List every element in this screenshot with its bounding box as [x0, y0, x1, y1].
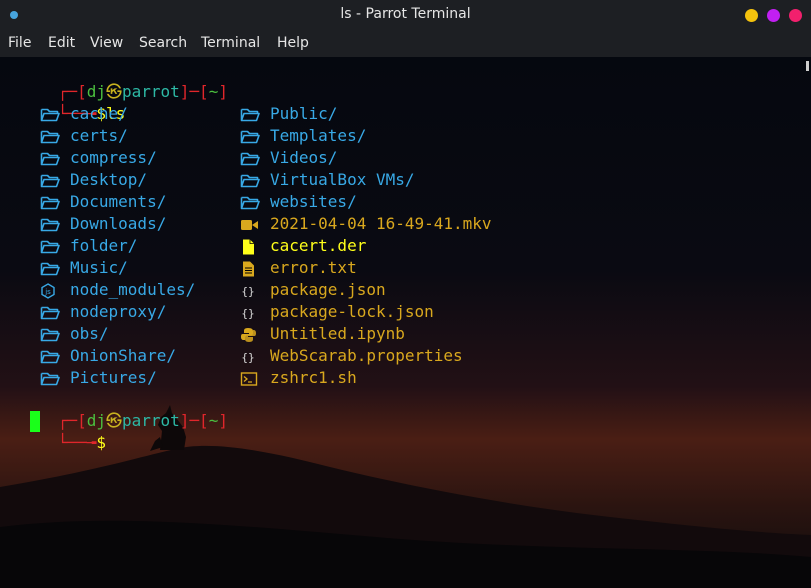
svg-text:{}: {} — [241, 351, 254, 364]
terminal-window: ls - Parrot Terminal File Edit View Sear… — [0, 0, 811, 588]
folder-icon — [40, 129, 60, 145]
list-item-name: cacert.der — [270, 236, 367, 255]
list-item-name: OnionShare/ — [70, 346, 176, 365]
menu-search[interactable]: Search — [139, 35, 187, 51]
text-cursor — [30, 411, 40, 432]
prompt-at: ㉿ — [105, 411, 122, 430]
list-item-name: websites/ — [270, 192, 357, 211]
folder-icon — [240, 151, 260, 167]
list-item-name: cache/ — [70, 104, 128, 123]
json-icon: {} — [240, 349, 260, 365]
prompt-path: ~ — [208, 82, 219, 101]
close-button[interactable] — [789, 9, 802, 22]
folder-icon — [40, 261, 60, 277]
list-item-name: zshrc1.sh — [270, 368, 357, 387]
json-icon: {} — [240, 283, 260, 299]
terminal-area[interactable]: ┌─[dj㉿parrot]─[~] └──╼$ls cache/certs/co… — [0, 57, 811, 588]
prompt-corner: └──╼ — [57, 433, 97, 452]
prompt-bracket: ] — [218, 82, 228, 101]
window-title: ls - Parrot Terminal — [340, 6, 471, 22]
nodejs-icon: js — [40, 283, 60, 299]
list-item-name: Videos/ — [270, 148, 338, 167]
list-item-name: 2021-04-04 16-49-41.mkv — [270, 214, 492, 233]
scrollbar-thumb[interactable] — [806, 61, 809, 71]
menu-view[interactable]: View — [90, 35, 123, 51]
list-item-name: Pictures/ — [70, 368, 157, 387]
json-icon: {} — [240, 305, 260, 321]
menu-bar: File Edit View Search Terminal Help — [0, 30, 811, 57]
list-item-name: VirtualBox VMs/ — [270, 170, 415, 189]
prompt-host: parrot — [121, 82, 180, 101]
folder-icon — [40, 195, 60, 211]
terminal-icon — [240, 371, 260, 387]
list-item-name: certs/ — [70, 126, 128, 145]
folder-icon — [40, 239, 60, 255]
folder-icon — [240, 129, 260, 145]
folder-icon — [40, 217, 60, 233]
folder-icon — [40, 107, 60, 123]
folder-icon — [40, 151, 60, 167]
list-item-name: obs/ — [70, 324, 109, 343]
svg-text:js: js — [44, 288, 51, 296]
list-item-name: Untitled.ipynb — [270, 324, 405, 343]
folder-icon — [40, 305, 60, 321]
prompt-bracket: ] — [218, 411, 228, 430]
list-item-name: package.json — [270, 280, 386, 299]
input-line[interactable]: └──╼$ — [0, 410, 106, 452]
command-line: └──╼$ls — [0, 81, 125, 123]
list-item-name: nodeproxy/ — [70, 302, 167, 321]
text-file-icon — [240, 261, 260, 277]
prompt-line: ┌─[dj㉿parrot]─[~] — [0, 388, 228, 430]
list-item-name: Music/ — [70, 258, 128, 277]
list-item-name: Templates/ — [270, 126, 367, 145]
prompt-bracket: ]─[ — [179, 82, 209, 101]
file-icon — [240, 239, 260, 255]
menu-file[interactable]: File — [8, 35, 31, 51]
menu-terminal[interactable]: Terminal — [201, 35, 260, 51]
prompt-host: parrot — [121, 411, 180, 430]
list-item-name: node_modules/ — [70, 280, 196, 299]
minimize-button[interactable] — [745, 9, 758, 22]
prompt-bracket: ]─[ — [179, 411, 209, 430]
prompt-line: ┌─[dj㉿parrot]─[~] — [0, 59, 228, 101]
svg-text:{}: {} — [241, 307, 254, 320]
menu-help[interactable]: Help — [277, 35, 309, 51]
list-item-name: package-lock.json — [270, 302, 434, 321]
folder-icon — [40, 349, 60, 365]
list-item-name: Public/ — [270, 104, 338, 123]
prompt-dollar: $ — [96, 433, 106, 452]
list-item-name: compress/ — [70, 148, 157, 167]
video-icon — [240, 217, 260, 233]
folder-icon — [240, 195, 260, 211]
python-icon — [240, 327, 260, 343]
prompt-path: ~ — [208, 411, 219, 430]
folder-icon — [40, 173, 60, 189]
list-item-name: Desktop/ — [70, 170, 148, 189]
maximize-button[interactable] — [767, 9, 780, 22]
list-item-name: folder/ — [70, 236, 138, 255]
folder-icon — [40, 327, 60, 343]
folder-icon — [240, 107, 260, 123]
menu-edit[interactable]: Edit — [48, 35, 75, 51]
list-item-name: WebScarab.properties — [270, 346, 463, 365]
list-item-name: Documents/ — [70, 192, 167, 211]
folder-icon — [240, 173, 260, 189]
list-item-name: error.txt — [270, 258, 357, 277]
list-item-name: Downloads/ — [70, 214, 167, 233]
folder-icon — [40, 371, 60, 387]
svg-text:{}: {} — [241, 285, 254, 298]
title-bar: ls - Parrot Terminal — [0, 0, 811, 30]
